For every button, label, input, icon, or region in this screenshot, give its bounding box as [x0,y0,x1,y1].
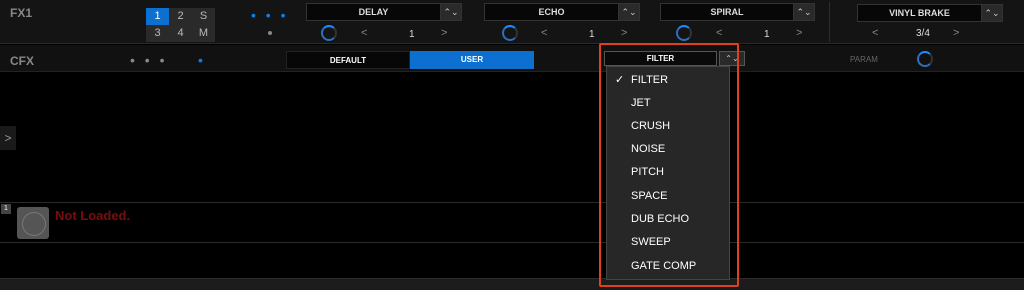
dropdown-item-dub-echo[interactable]: DUB ECHO [607,208,731,231]
deck-button-s[interactable]: S [192,8,215,25]
fx-slot-1-name[interactable]: DELAY [306,3,440,21]
fx-slot-2-next-icon[interactable]: > [621,27,627,39]
album-art-placeholder [17,207,49,239]
vinyl-brake-next-icon[interactable]: > [953,27,959,39]
vinyl-brake-value: 3/4 [916,28,930,39]
deck-status-text: Not Loaded. [55,208,131,223]
fx-slot-1-prev-icon[interactable]: < [361,27,367,39]
cfx-filter-select[interactable]: FILTER [604,51,717,66]
deck-button-4[interactable]: 4 [169,25,192,42]
param-knob[interactable] [917,51,933,67]
fx-slot-2-select-icon[interactable]: ⌃⌄ [618,3,640,21]
deck-button-3[interactable]: 3 [146,25,169,42]
deck-button-2[interactable]: 2 [169,8,192,25]
fx-slot-3-prev-icon[interactable]: < [716,27,722,39]
dropdown-item-label: PITCH [631,166,664,178]
fx-slot-2-knob[interactable] [502,25,518,41]
deck-button-m[interactable]: M [192,25,215,42]
fx-divider [829,2,830,42]
fx-slot-3-name[interactable]: SPIRAL [660,3,793,21]
dropdown-item-label: NOISE [631,143,666,155]
deck-top-divider [0,202,1024,203]
fx1-menu-dots[interactable]: • • • [251,8,288,22]
dropdown-item-label: GATE COMP [631,260,697,272]
dropdown-item-label: FILTER [631,74,669,86]
fx-slot-3-value: 1 [764,29,770,40]
fx-slot-2-value: 1 [589,29,595,40]
dropdown-item-pitch[interactable]: PITCH [607,161,731,184]
tab-default[interactable]: DEFAULT [286,51,410,69]
vinyl-brake-prev-icon[interactable]: < [872,27,878,39]
dropdown-item-noise[interactable]: NOISE [607,138,731,161]
vinyl-brake-name[interactable]: VINYL BRAKE [857,4,981,22]
fx-slot-2-prev-icon[interactable]: < [541,27,547,39]
fx-slot-3-next-icon[interactable]: > [796,27,802,39]
deck-button-1[interactable]: 1 [146,8,169,25]
fx1-indicator-dot [268,31,272,35]
tab-user[interactable]: USER [410,51,534,69]
fx-slot-1-value: 1 [409,29,415,40]
dropdown-item-label: SWEEP [631,236,671,248]
cfx-filter-select-icon[interactable]: ⌃⌄ [719,51,745,66]
deck-number-badge: 1 [1,204,11,214]
dropdown-item-label: SPACE [631,190,668,202]
dropdown-item-gate-comp[interactable]: GATE COMP [607,255,731,278]
fx-slot-1-next-icon[interactable]: > [441,27,447,39]
dropdown-item-label: CRUSH [631,120,671,132]
dropdown-item-space[interactable]: SPACE [607,185,731,208]
checkmark-icon: ✓ [615,74,625,86]
dropdown-item-sweep[interactable]: SWEEP [607,231,731,254]
fx-slot-3-knob[interactable] [676,25,692,41]
dropdown-item-label: DUB ECHO [631,213,690,225]
dropdown-item-crush[interactable]: CRUSH [607,115,731,138]
bottom-scrollbar[interactable] [0,278,1024,290]
fx-slot-1-select-icon[interactable]: ⌃⌄ [440,3,462,21]
fx-slot-1-knob[interactable] [321,25,337,41]
dropdown-item-label: JET [631,97,651,109]
cfx-indicator-dot: • [198,52,206,68]
dropdown-item-jet[interactable]: JET [607,92,731,115]
deck-bottom-divider [0,242,1024,243]
dropdown-item-filter[interactable]: ✓ FILTER [607,69,731,92]
fx1-label: FX1 [10,6,33,20]
cfx-filter-dropdown: ✓ FILTER JET CRUSH NOISE PITCH SPACE DUB… [606,66,730,280]
vinyl-brake-select-icon[interactable]: ⌃⌄ [981,4,1003,22]
fx-slot-3-select-icon[interactable]: ⌃⌄ [793,3,815,21]
param-label: PARAM [850,55,878,64]
side-panel-toggle[interactable]: > [0,126,16,150]
cfx-label: CFX [10,54,34,68]
fx1-panel: FX1 1 2 S 3 4 M • • • DELAY ⌃⌄ < 1 > ECH… [0,0,1024,44]
cfx-menu-dots[interactable]: • • • [130,53,167,67]
fx-slot-2-name[interactable]: ECHO [484,3,618,21]
